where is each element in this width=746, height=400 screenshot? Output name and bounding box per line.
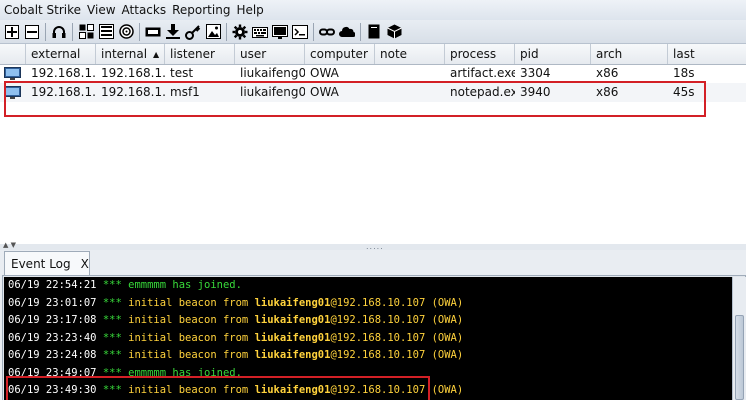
log-user: liukaifeng01 [254, 296, 331, 309]
col-pid[interactable]: pid [515, 44, 591, 64]
menu-reporting[interactable]: Reporting [169, 0, 233, 20]
listeners-icon[interactable] [145, 24, 161, 40]
menu-help[interactable]: Help [233, 0, 266, 20]
col-user[interactable]: user [235, 44, 305, 64]
log-time: 06/19 23:24:08 [8, 349, 97, 361]
col-internal-label: internal [101, 47, 148, 61]
log-message: initial beacon from [128, 314, 255, 326]
notes-icon[interactable] [366, 24, 382, 40]
headphones-icon[interactable] [51, 24, 67, 40]
log-host: @192.168.10.107 (OWA) [330, 331, 464, 344]
console-icon[interactable] [292, 24, 308, 40]
log-line: 06/19 23:23:40 *** initial beacon from l… [8, 330, 463, 347]
log-user: liukaifeng01 [254, 314, 331, 326]
link-icon[interactable] [319, 24, 335, 40]
col-note[interactable]: note [375, 44, 445, 64]
log-time: 06/19 22:54:21 [8, 279, 97, 291]
console-scrollbar[interactable] [732, 277, 746, 400]
splitter-arrows-icon[interactable]: ▲ ▼ [3, 241, 16, 249]
scrollbar-thumb[interactable] [735, 315, 744, 400]
log-stars: *** [102, 349, 122, 361]
toolbar [0, 20, 746, 44]
table-header: external internal ▲ listener user compute… [0, 44, 746, 65]
toolbar-separator [45, 22, 46, 41]
computer-icon [4, 67, 21, 80]
cloud-icon[interactable] [339, 24, 355, 40]
log-host: @192.168.10.107 (OWA) [330, 296, 464, 309]
col-internal[interactable]: internal ▲ [96, 44, 165, 64]
log-user: liukaifeng01 [254, 331, 331, 344]
toolbar-separator [313, 22, 314, 41]
download-icon[interactable] [165, 24, 181, 40]
log-stars: *** [102, 296, 122, 309]
log-time: 06/19 23:17:08 [8, 314, 97, 326]
log-line: 06/19 23:17:08 *** initial beacon from l… [8, 312, 463, 329]
toolbar-separator [226, 22, 227, 41]
log-stars: *** [102, 331, 122, 344]
log-line: 06/19 23:01:07 *** initial beacon from l… [8, 295, 463, 312]
log-host: @192.168.10.107 (OWA) [330, 314, 464, 326]
menu-bar: Cobalt Strike View Attacks Reporting Hel… [0, 0, 746, 20]
key-icon[interactable] [185, 24, 201, 40]
new-connection-icon[interactable] [4, 24, 20, 40]
log-message: initial beacon from [128, 296, 255, 309]
log-message: emmmmm has joined. [128, 279, 242, 291]
col-listener[interactable]: listener [165, 44, 235, 64]
target-table-icon[interactable] [118, 24, 134, 40]
log-time: 06/19 23:23:40 [8, 331, 97, 344]
log-stars: *** [102, 314, 122, 326]
toolbar-separator [139, 22, 140, 41]
menu-cobalt-strike[interactable]: Cobalt Strike [0, 0, 84, 20]
close-tab-icon[interactable]: X [81, 257, 89, 271]
col-computer[interactable]: computer [305, 44, 375, 64]
settings-icon[interactable] [232, 24, 248, 40]
sort-ascending-icon: ▲ [153, 50, 160, 59]
log-line: 06/19 22:54:21 *** emmmmm has joined. [8, 277, 242, 294]
log-highlight-box [6, 376, 430, 400]
col-icon-header[interactable] [0, 44, 26, 64]
log-line: 06/19 23:24:08 *** initial beacon from l… [8, 347, 463, 364]
tab-event-log-label: Event Log [11, 257, 71, 271]
disconnect-icon[interactable] [24, 24, 40, 40]
pivot-graph-icon[interactable] [78, 24, 94, 40]
tab-bar: Event Log X [0, 250, 746, 276]
col-external[interactable]: external [26, 44, 96, 64]
log-user: liukaifeng01 [254, 349, 331, 361]
toolbar-separator [72, 22, 73, 41]
log-stars: *** [102, 279, 122, 291]
sessions-table: external internal ▲ listener user compute… [0, 44, 746, 245]
menu-attacks[interactable]: Attacks [119, 0, 170, 20]
row-highlight-box [4, 81, 706, 117]
col-process[interactable]: process [445, 44, 515, 64]
screenshot-icon[interactable] [272, 24, 288, 40]
log-message: initial beacon from [128, 349, 255, 361]
col-arch[interactable]: arch [591, 44, 668, 64]
toolbar-separator [360, 22, 361, 41]
image-icon[interactable] [205, 24, 221, 40]
log-time: 06/19 23:01:07 [8, 296, 97, 309]
tab-event-log[interactable]: Event Log X [4, 251, 90, 276]
package-icon[interactable] [386, 24, 402, 40]
menu-view[interactable]: View [84, 0, 118, 20]
col-last[interactable]: last [668, 44, 746, 64]
log-message: initial beacon from [128, 331, 255, 344]
session-table-icon[interactable] [98, 24, 114, 40]
log-host: @192.168.10.107 (OWA) [330, 349, 464, 361]
keylogger-icon[interactable] [252, 24, 268, 40]
